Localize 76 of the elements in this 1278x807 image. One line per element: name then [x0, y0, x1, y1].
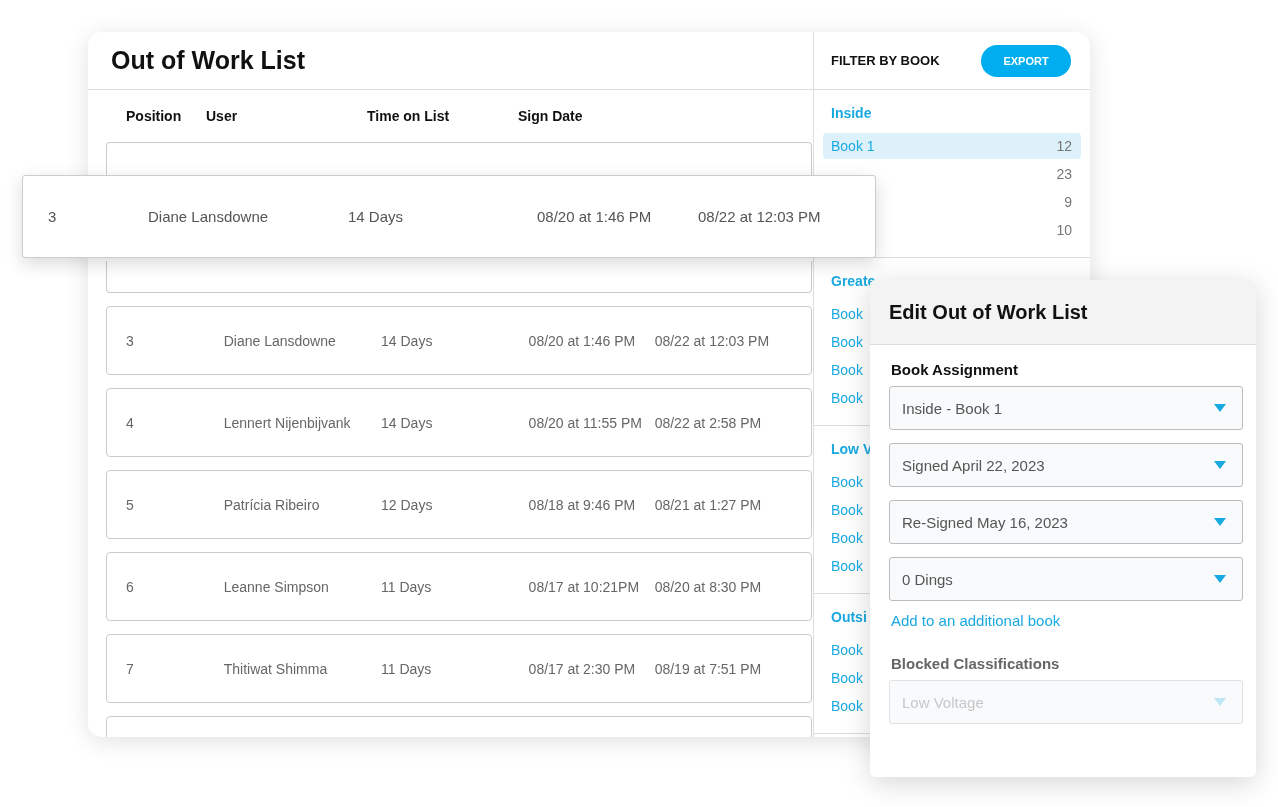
- sign-date: 08/17 at 10:21PM: [528, 578, 641, 595]
- book-item[interactable]: Book: [823, 497, 872, 523]
- dropdown-field[interactable]: Inside - Book 1: [889, 386, 1243, 430]
- book-item[interactable]: Book: [823, 329, 872, 355]
- book-item[interactable]: Book: [823, 357, 872, 383]
- sign-date: 08/18 at 9:46 PM: [528, 496, 637, 513]
- caret-icon: [1214, 404, 1226, 412]
- book-item[interactable]: Book: [823, 553, 872, 579]
- position-text: 3: [48, 208, 58, 225]
- group-title: Inside: [830, 105, 872, 123]
- column-header: User: [206, 108, 239, 124]
- book-item[interactable]: Book: [823, 301, 872, 327]
- column-header: Time on List: [367, 108, 451, 124]
- list-row[interactable]: [106, 261, 812, 293]
- dragged-row[interactable]: 3 Diane Lansdowne 14 Days 08/20 at 1:46 PM 08/22 at 12:03 PM: [22, 175, 876, 258]
- date-text: 08/21 at 1:27 PM: [654, 496, 763, 513]
- position-text: 3: [126, 332, 135, 349]
- position-text: 4: [126, 414, 135, 431]
- list-row[interactable]: 5 Patrícia Ribeiro 12 Days 08/18 at 9:46 PM 08/21 at 1:27 PM: [106, 470, 812, 539]
- group-title: Greate: [830, 273, 876, 291]
- time-on-list: 14 Days: [381, 414, 529, 431]
- dropdown-field[interactable]: 0 Dings: [889, 557, 1243, 601]
- column-header: Position: [126, 108, 183, 124]
- list-row[interactable]: 3 Diane Lansdowne 14 Days 08/20 at 1:46 PM 08/22 at 12:03 PM: [106, 306, 812, 375]
- position-text: 7: [126, 660, 135, 677]
- sign-date: 08/20 at 1:46 PM: [528, 332, 637, 349]
- time-on-list: 11 Days: [381, 578, 529, 595]
- list-row[interactable]: 4 Lennert Nijenbijvank 14 Days 08/20 at 11:55 PM 08/22 at 2:58 PM: [106, 388, 812, 457]
- book-item[interactable]: Book: [823, 637, 872, 663]
- user-name: Diane Lansdowne: [223, 332, 337, 349]
- dropdown-field[interactable]: Signed April 22, 2023: [889, 443, 1243, 487]
- position-text: 5: [126, 496, 135, 513]
- book-item[interactable]: Book: [823, 469, 872, 495]
- date-text: 08/22 at 12:03 PM: [698, 208, 822, 225]
- list-row[interactable]: 6 Leanne Simpson 11 Days 08/17 at 10:21PM 08/20 at 8:30 PM: [106, 552, 812, 621]
- book-item[interactable]: Book 1 12: [823, 133, 1081, 159]
- group-title: Outsi: [830, 609, 867, 627]
- book-item[interactable]: Book: [823, 525, 872, 551]
- user-name: Lennert Nijenbijvank: [223, 414, 352, 431]
- book-item[interactable]: 23: [1048, 161, 1081, 187]
- book-item[interactable]: Book: [823, 693, 872, 719]
- user-name: Diane Lansdowne: [148, 208, 270, 225]
- book-item[interactable]: 9: [1056, 189, 1081, 215]
- sign-date: 08/20 at 1:46 PM: [537, 208, 653, 225]
- sign-date: 08/17 at 2:30 PM: [528, 660, 637, 677]
- position-text: 6: [126, 578, 135, 595]
- field-label: Book Assignment: [890, 361, 1019, 378]
- list-row[interactable]: 7 Thitiwat Shimma 11 Days 08/17 at 2:30 PM 08/19 at 7:51 PM: [106, 634, 812, 703]
- caret-icon: [1214, 575, 1226, 583]
- date-text: 08/22 at 12:03 PM: [654, 332, 771, 349]
- date-text: 08/19 at 7:51 PM: [654, 660, 763, 677]
- time-on-list: 12 Days: [381, 496, 529, 513]
- caret-icon: [1214, 518, 1226, 526]
- book-item[interactable]: Book: [823, 665, 872, 691]
- user-name: Patrícia Ribeiro: [223, 496, 321, 513]
- page-title: Out of Work List: [111, 46, 305, 75]
- time-on-list: 14 Days: [381, 332, 529, 349]
- field-label: Blocked Classifications: [890, 655, 1061, 672]
- list-row[interactable]: [106, 142, 812, 176]
- column-header: Sign Date: [518, 108, 584, 124]
- book-item[interactable]: 10: [1048, 217, 1081, 243]
- dropdown-field[interactable]: Re-Signed May 16, 2023: [889, 500, 1243, 544]
- sign-date: 08/20 at 11:55 PM: [528, 414, 643, 431]
- export-button[interactable]: EXPORT: [981, 44, 1071, 77]
- date-text: 08/22 at 2:58 PM: [654, 414, 763, 431]
- caret-icon: [1214, 461, 1226, 469]
- time-on-list: 14 Days: [348, 208, 537, 225]
- filter-title: FILTER BY BOOK: [831, 53, 940, 68]
- time-on-list: 11 Days: [381, 660, 529, 677]
- date-text: 08/20 at 8:30 PM: [654, 578, 763, 595]
- book-item[interactable]: Book: [823, 385, 872, 411]
- user-name: Thitiwat Shimma: [223, 660, 329, 677]
- user-name: Leanne Simpson: [223, 578, 330, 595]
- add-book-link[interactable]: Add to an additional book: [889, 612, 1243, 629]
- panel-title: Edit Out of Work List: [889, 300, 1088, 324]
- caret-icon: [1214, 698, 1226, 706]
